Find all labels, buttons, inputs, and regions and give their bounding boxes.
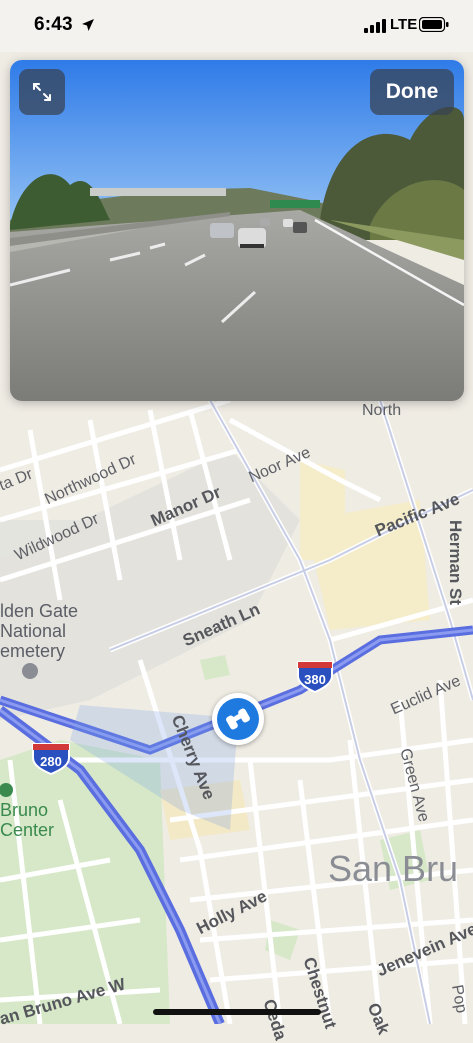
cemetery-pin-icon <box>22 663 38 679</box>
svg-text:380: 380 <box>304 672 326 687</box>
binoculars-icon <box>217 698 259 740</box>
svg-text:280: 280 <box>40 754 62 769</box>
expand-arrows-icon <box>33 83 51 101</box>
expand-button[interactable] <box>19 69 65 115</box>
street-label-north: North <box>362 402 402 419</box>
home-indicator[interactable] <box>153 1009 321 1015</box>
battery-icon <box>419 17 449 32</box>
poi-center-label: Bruno Center <box>0 800 55 840</box>
status-time: 6:43 <box>34 14 73 35</box>
status-bar: 6:43 LTE <box>0 0 473 52</box>
location-arrow-icon <box>82 19 94 31</box>
carrier-label: LTE <box>390 16 418 33</box>
city-label: San Bru <box>328 848 459 889</box>
signal-bars-icon <box>364 19 386 33</box>
done-button[interactable]: Done <box>370 69 454 115</box>
street-label-herman: Herman St <box>446 520 465 606</box>
poi-cemetery-label: lden Gate National emetery <box>0 601 79 661</box>
look-around-marker[interactable] <box>212 693 264 745</box>
look-around-panel[interactable]: Done <box>10 60 464 401</box>
